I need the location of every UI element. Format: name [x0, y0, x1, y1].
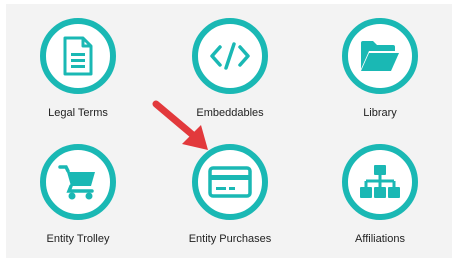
affiliations-circle [342, 144, 418, 220]
folder-open-icon [361, 41, 399, 71]
entity-trolley-circle [40, 144, 116, 220]
tile-label-entity-purchases: Entity Purchases [188, 233, 272, 245]
library-circle [342, 18, 418, 94]
tile-label-affiliations: Affiliations [355, 233, 405, 245]
embeddables-circle [192, 18, 268, 94]
tile-label-library: Library [363, 107, 397, 119]
org-chart-icon [360, 165, 400, 198]
document-icon [63, 36, 93, 76]
arrow-pointer-icon [152, 100, 208, 150]
tile-affiliations[interactable]: Affiliations [320, 138, 440, 256]
tile-label-entity-trolley: Entity Trolley [46, 233, 110, 245]
shopping-cart-icon [58, 165, 95, 200]
legal-terms-circle [40, 18, 116, 94]
credit-card-icon [208, 166, 252, 198]
tile-label-legal-terms: Legal Terms [48, 107, 108, 119]
tile-library[interactable]: Library [320, 12, 440, 130]
tile-entity-trolley[interactable]: Entity Trolley [18, 138, 138, 256]
code-icon [210, 42, 250, 70]
tile-legal-terms[interactable]: Legal Terms [18, 12, 138, 130]
